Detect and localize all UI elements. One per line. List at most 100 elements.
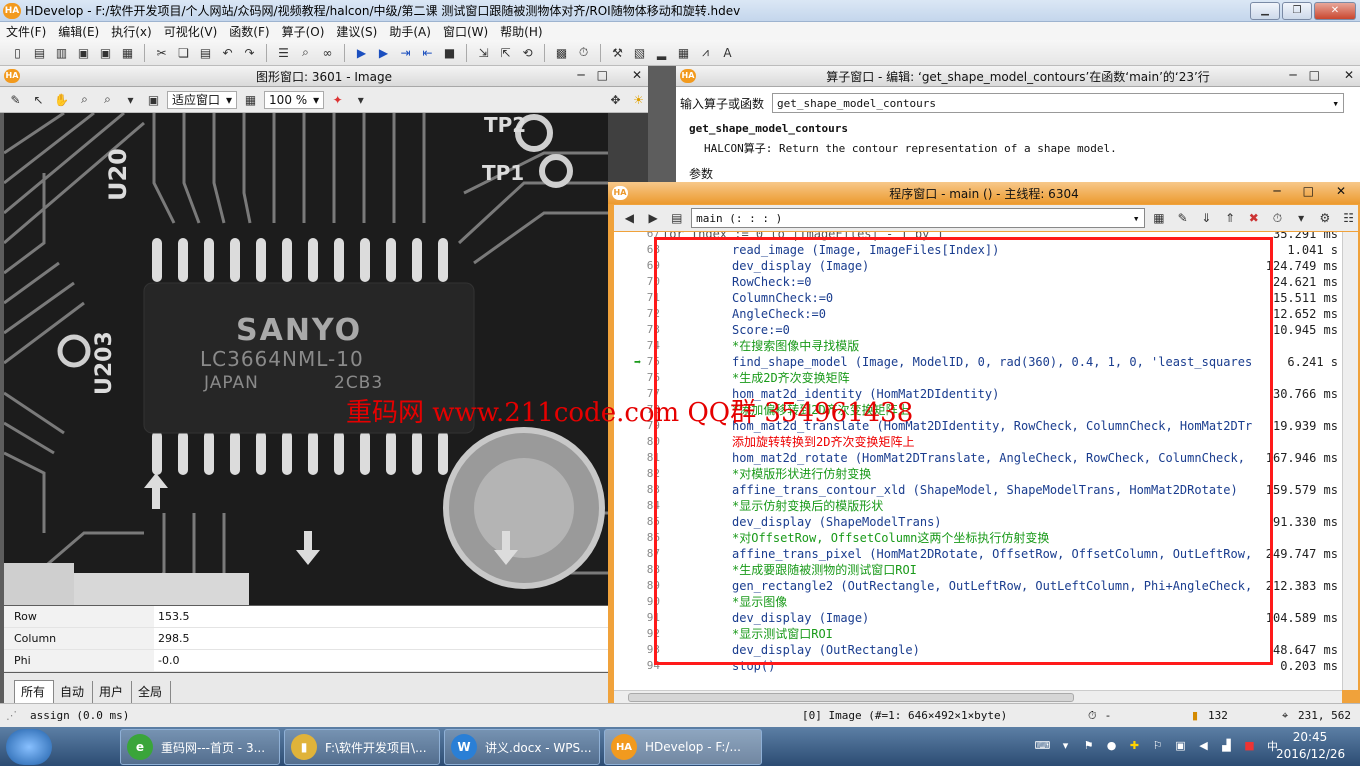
line-profile-icon[interactable]: ⩘ [696, 43, 715, 62]
taskbar-item-browser[interactable]: e 重码网---首页 - 3... [120, 729, 280, 765]
menu-suggestions[interactable]: 建议(S) [336, 23, 377, 40]
menu-edit[interactable]: 编辑(E) [58, 23, 99, 40]
chevron-down-icon[interactable]: ▾ [1292, 209, 1311, 228]
capture-icon[interactable]: ▩ [552, 43, 571, 62]
code-horizontal-scrollbar[interactable] [614, 690, 1342, 703]
maximize-button[interactable]: □ [597, 68, 608, 82]
lightbulb-icon[interactable]: ☀ [629, 90, 648, 109]
reset-icon[interactable]: ⟲ [518, 43, 537, 62]
edit-procedure-icon[interactable]: ✎ [1173, 209, 1192, 228]
chevron-down-icon[interactable]: ▾ [121, 90, 140, 109]
minimize-button[interactable]: ─ [577, 68, 584, 82]
volume-icon[interactable]: ◀ [1195, 737, 1212, 754]
print-icon[interactable]: ▦ [118, 43, 137, 62]
device-icon[interactable]: ▣ [1172, 737, 1189, 754]
copy-icon[interactable]: ❏ [174, 43, 193, 62]
minimize-button[interactable]: ▁ [1250, 2, 1280, 20]
cut-icon[interactable]: ✂ [152, 43, 171, 62]
zoom-icon[interactable]: ⌕ [75, 90, 94, 109]
delete-procedure-icon[interactable]: ✖ [1244, 209, 1263, 228]
maximize-button[interactable]: □ [1309, 68, 1320, 82]
step-into-icon[interactable]: ⇲ [474, 43, 493, 62]
procedure-icon[interactable]: ▤ [667, 209, 686, 228]
taskbar-item-explorer[interactable]: ▮ F:\软件开发项目\... [284, 729, 440, 765]
zoom-select[interactable]: 100 % ▾ [264, 90, 325, 109]
settings-icon[interactable]: ☷ [1339, 209, 1358, 228]
menu-file[interactable]: 文件(F) [6, 23, 46, 40]
timer-icon[interactable]: ⏱ [574, 43, 593, 62]
step-icon[interactable]: ▶ [374, 43, 393, 62]
pcb-image[interactable]: SANYO LC3664NML-10 JAPAN 2CB3 U20 U203 T… [4, 113, 608, 605]
app-red-icon[interactable]: ■ [1241, 737, 1258, 754]
paste-icon[interactable]: ▤ [196, 43, 215, 62]
step-back-icon[interactable]: ⇤ [418, 43, 437, 62]
save-icon[interactable]: ▣ [74, 43, 93, 62]
menu-assistants[interactable]: 助手(A) [389, 23, 431, 40]
ocr-icon[interactable]: A [718, 43, 737, 62]
fit-window-icon[interactable]: ▣ [144, 90, 163, 109]
pick-icon[interactable]: ✥ [606, 90, 625, 109]
new-program-icon[interactable]: ▯ [8, 43, 27, 62]
histogram-icon[interactable]: ▂ [652, 43, 671, 62]
taskbar-item-hdevelop[interactable]: HA HDevelop - F:/... [604, 729, 762, 765]
signal-icon[interactable]: ▟ [1218, 737, 1235, 754]
variable-row[interactable]: Column 298.5 [4, 628, 608, 650]
menu-window[interactable]: 窗口(W) [443, 23, 488, 40]
hand-icon[interactable]: ✋ [52, 90, 71, 109]
tab-all[interactable]: 所有 [14, 680, 55, 703]
menu-execute[interactable]: 执行(x) [111, 23, 151, 40]
export-icon[interactable]: ⇑ [1221, 209, 1240, 228]
variable-row[interactable]: Phi -0.0 [4, 650, 608, 672]
forward-icon[interactable]: ▶ [644, 209, 663, 228]
keyboard-icon[interactable]: ⌨ [1034, 737, 1051, 754]
step-over-icon[interactable]: ⇥ [396, 43, 415, 62]
operator-input[interactable]: get_shape_model_contours ▾ [772, 93, 1345, 113]
maximize-button[interactable]: □ [1303, 184, 1314, 198]
code-vertical-scrollbar[interactable] [1342, 232, 1358, 690]
clock[interactable]: 20:45 2016/12/26 [1276, 729, 1345, 763]
undo-icon[interactable]: ↶ [218, 43, 237, 62]
open-folder-icon[interactable]: ▥ [52, 43, 71, 62]
chevron-down-icon[interactable]: ▾ [1332, 97, 1339, 110]
stop-icon[interactable]: ■ [440, 43, 459, 62]
menu-visualize[interactable]: 可视化(V) [164, 23, 218, 40]
close-button[interactable]: ✕ [632, 68, 642, 82]
tray-chevron-icon[interactable]: ▾ [1057, 737, 1074, 754]
start-button[interactable] [6, 729, 52, 765]
open-icon[interactable]: ▤ [30, 43, 49, 62]
menu-help[interactable]: 帮助(H) [500, 23, 542, 40]
minimize-button[interactable]: ─ [1273, 184, 1280, 198]
back-icon[interactable]: ◀ [620, 209, 639, 228]
wrench-icon[interactable]: ⚙ [1316, 209, 1335, 228]
step-out-icon[interactable]: ⇱ [496, 43, 515, 62]
close-button[interactable]: ✕ [1336, 184, 1346, 198]
tab-auto[interactable]: 自动 [54, 681, 94, 703]
image-tool-icon[interactable]: ▧ [630, 43, 649, 62]
inspection-icon[interactable]: ▦ [674, 43, 693, 62]
scrollbar-thumb[interactable] [628, 693, 1074, 702]
run-icon[interactable]: ▶ [352, 43, 371, 62]
close-button[interactable]: ✕ [1314, 2, 1356, 20]
color-icon[interactable]: ✦ [328, 90, 347, 109]
network-app-icon[interactable]: ⚑ [1080, 737, 1097, 754]
variable-row[interactable]: Row 153.5 [4, 606, 608, 628]
flag-icon[interactable]: ⚐ [1149, 737, 1166, 754]
import-icon[interactable]: ⇓ [1197, 209, 1216, 228]
edit-icon[interactable]: ✎ [6, 90, 25, 109]
security-icon[interactable]: ✚ [1126, 737, 1143, 754]
menu-procedures[interactable]: 函数(F) [229, 23, 269, 40]
edit-program-icon[interactable]: ☰ [274, 43, 293, 62]
tray-app-icon[interactable]: ● [1103, 737, 1120, 754]
close-button[interactable]: ✕ [1344, 68, 1354, 82]
zoom-menu-icon[interactable]: ⌕ [98, 90, 117, 109]
taskbar-item-wps[interactable]: W 讲义.docx - WPS... [444, 729, 600, 765]
save-as-icon[interactable]: ▣ [96, 43, 115, 62]
tab-user[interactable]: 用户 [93, 681, 133, 703]
timer-icon[interactable]: ⏱ [1268, 209, 1287, 228]
chevron-down-icon[interactable]: ▾ [351, 90, 370, 109]
pointer-icon[interactable]: ↖ [29, 90, 48, 109]
glasses-icon[interactable]: ∞ [318, 43, 337, 62]
tools-icon[interactable]: ⚒ [608, 43, 627, 62]
minimize-button[interactable]: ─ [1289, 68, 1296, 82]
fit-window-select[interactable]: 适应窗口 ▾ [167, 90, 238, 109]
